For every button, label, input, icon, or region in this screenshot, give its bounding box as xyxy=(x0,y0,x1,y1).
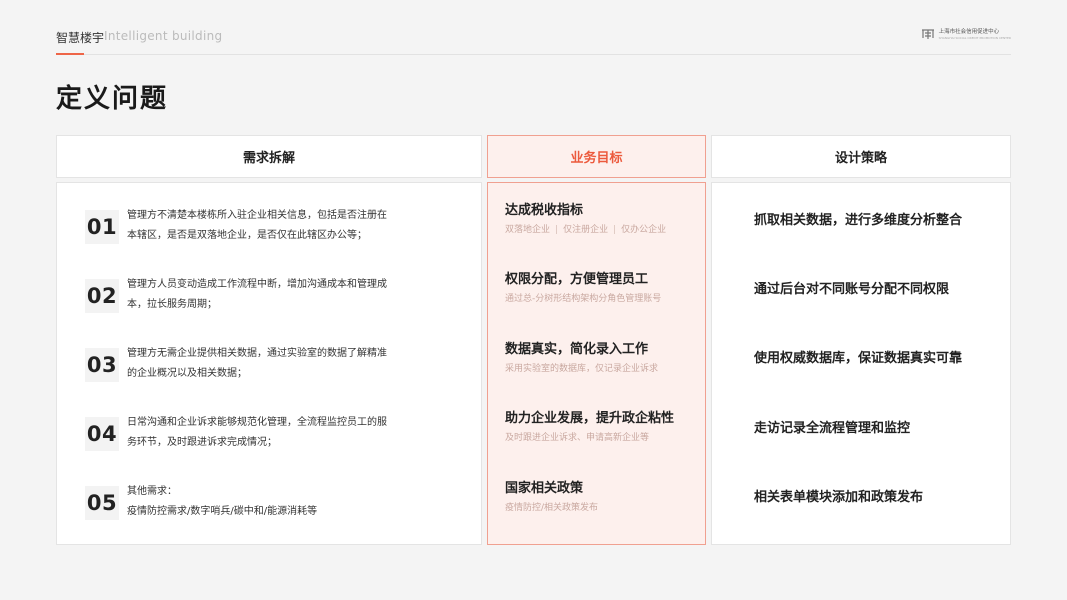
goal-tag-separator: | xyxy=(555,225,559,235)
goal-item: 数据真实，简化录入工作 采用实验室的数据库，仅记录企业诉求 xyxy=(505,341,700,387)
goal-title: 数据真实，简化录入工作 xyxy=(505,342,649,357)
goal-subtitle: 通过总-分树形结构架构分角色管理账号 xyxy=(505,294,662,304)
goal-subtitle: 采用实验室的数据库，仅记录企业诉求 xyxy=(505,364,659,374)
header-divider xyxy=(56,54,1011,55)
logo-icon xyxy=(921,28,935,40)
need-number: 01 xyxy=(85,210,119,244)
header: 智慧楼宇 Intelligent building 上海市社会信用促进中心 SH… xyxy=(56,26,1011,56)
need-number: 04 xyxy=(85,417,119,451)
page-title: 定义问题 xyxy=(56,84,169,114)
goal-title: 权限分配，方便管理员工 xyxy=(505,272,649,287)
logo-text: 上海市社会信用促进中心 xyxy=(938,28,1000,35)
goal-item: 达成税收指标 双落地企业 | 仅注册企业 | 仅办公企业 xyxy=(505,202,700,248)
strategy-item: 走访记录全流程管理和监控 xyxy=(754,421,911,436)
goal-item: 国家相关政策 疫情防控/相关政策发布 xyxy=(505,480,700,526)
slide: 智慧楼宇 Intelligent building 上海市社会信用促进中心 SH… xyxy=(0,0,1067,600)
need-text-line: 本，拉长服务周期； xyxy=(127,299,217,310)
strategy-panel: 抓取相关数据，进行多维度分析整合 通过后台对不同账号分配不同权限 使用权威数据库… xyxy=(711,182,1011,545)
goal-title: 达成税收指标 xyxy=(505,203,584,218)
need-item: 04 日常沟通和企业诉求能够规范化管理，全流程监控员工的服 务环节，及时跟进诉求… xyxy=(85,413,465,463)
need-text-line: 其他需求： xyxy=(127,486,177,497)
need-number: 02 xyxy=(85,279,119,313)
goal-subtitle: 及时跟进企业诉求、申请高新企业等 xyxy=(505,433,650,443)
column-header-goals: 业务目标 xyxy=(487,135,706,178)
need-text-line: 务环节，及时跟进诉求完成情况； xyxy=(127,437,277,448)
column-header-strategy: 设计策略 xyxy=(711,135,1011,178)
need-text-line: 管理方人员变动造成工作流程中断，增加沟通成本和管理成 xyxy=(127,279,387,290)
goal-tag: 仅注册企业 xyxy=(563,225,609,235)
column-header-needs: 需求拆解 xyxy=(56,135,482,178)
need-text-line: 管理方不清楚本楼栋所入驻企业相关信息，包括是否注册在 xyxy=(127,210,387,221)
need-number: 05 xyxy=(85,486,119,520)
goal-title: 助力企业发展，提升政企粘性 xyxy=(505,411,675,426)
goal-tag-separator: | xyxy=(613,225,617,235)
need-item: 02 管理方人员变动造成工作流程中断，增加沟通成本和管理成 本，拉长服务周期； xyxy=(85,275,465,325)
goal-item: 助力企业发展，提升政企粘性 及时跟进企业诉求、申请高新企业等 xyxy=(505,410,700,456)
strategy-item: 相关表单模块添加和政策发布 xyxy=(754,490,924,505)
need-text-line: 疫情防控需求/数字哨兵/碳中和/能源消耗等 xyxy=(127,506,318,517)
goal-item: 权限分配，方便管理员工 通过总-分树形结构架构分角色管理账号 xyxy=(505,271,700,317)
org-logo: 上海市社会信用促进中心 SHANGHAI SOCIAL CREDIT PROMO… xyxy=(921,28,1011,40)
need-item: 05 其他需求： 疫情防控需求/数字哨兵/碳中和/能源消耗等 xyxy=(85,482,465,532)
header-title: 智慧楼宇 xyxy=(56,31,105,45)
need-text-line: 本辖区，是否是双落地企业，是否仅在此辖区办公等； xyxy=(127,230,367,241)
header-accent-bar xyxy=(56,53,84,55)
need-text-line: 管理方无需企业提供相关数据，通过实验室的数据了解精准 xyxy=(127,348,387,359)
header-subtitle: Intelligent building xyxy=(104,29,223,43)
strategy-item: 通过后台对不同账号分配不同权限 xyxy=(754,282,950,297)
need-text-line: 的企业概况以及相关数据； xyxy=(127,368,247,379)
goals-panel: 达成税收指标 双落地企业 | 仅注册企业 | 仅办公企业 权限分配，方便管理员工 通过总… xyxy=(487,182,706,545)
goal-subtitle: 疫情防控/相关政策发布 xyxy=(505,503,599,513)
need-number: 03 xyxy=(85,348,119,382)
need-text-line: 日常沟通和企业诉求能够规范化管理，全流程监控员工的服 xyxy=(127,417,387,428)
goal-tag: 双落地企业 xyxy=(505,225,551,235)
need-item: 01 管理方不清楚本楼栋所入驻企业相关信息，包括是否注册在 本辖区，是否是双落地… xyxy=(85,206,465,256)
strategy-item: 使用权威数据库，保证数据真实可靠 xyxy=(754,351,963,366)
strategy-item: 抓取相关数据，进行多维度分析整合 xyxy=(754,213,963,228)
need-item: 03 管理方无需企业提供相关数据，通过实验室的数据了解精准 的企业概况以及相关数… xyxy=(85,344,465,394)
needs-panel: 01 管理方不清楚本楼栋所入驻企业相关信息，包括是否注册在 本辖区，是否是双落地… xyxy=(56,182,482,545)
goal-tag: 仅办公企业 xyxy=(621,225,667,235)
goal-subtitle: 双落地企业 | 仅注册企业 | 仅办公企业 xyxy=(505,224,700,236)
logo-subtext: SHANGHAI SOCIAL CREDIT PROMOTION CENTER xyxy=(938,35,1011,40)
goal-title: 国家相关政策 xyxy=(505,481,584,496)
